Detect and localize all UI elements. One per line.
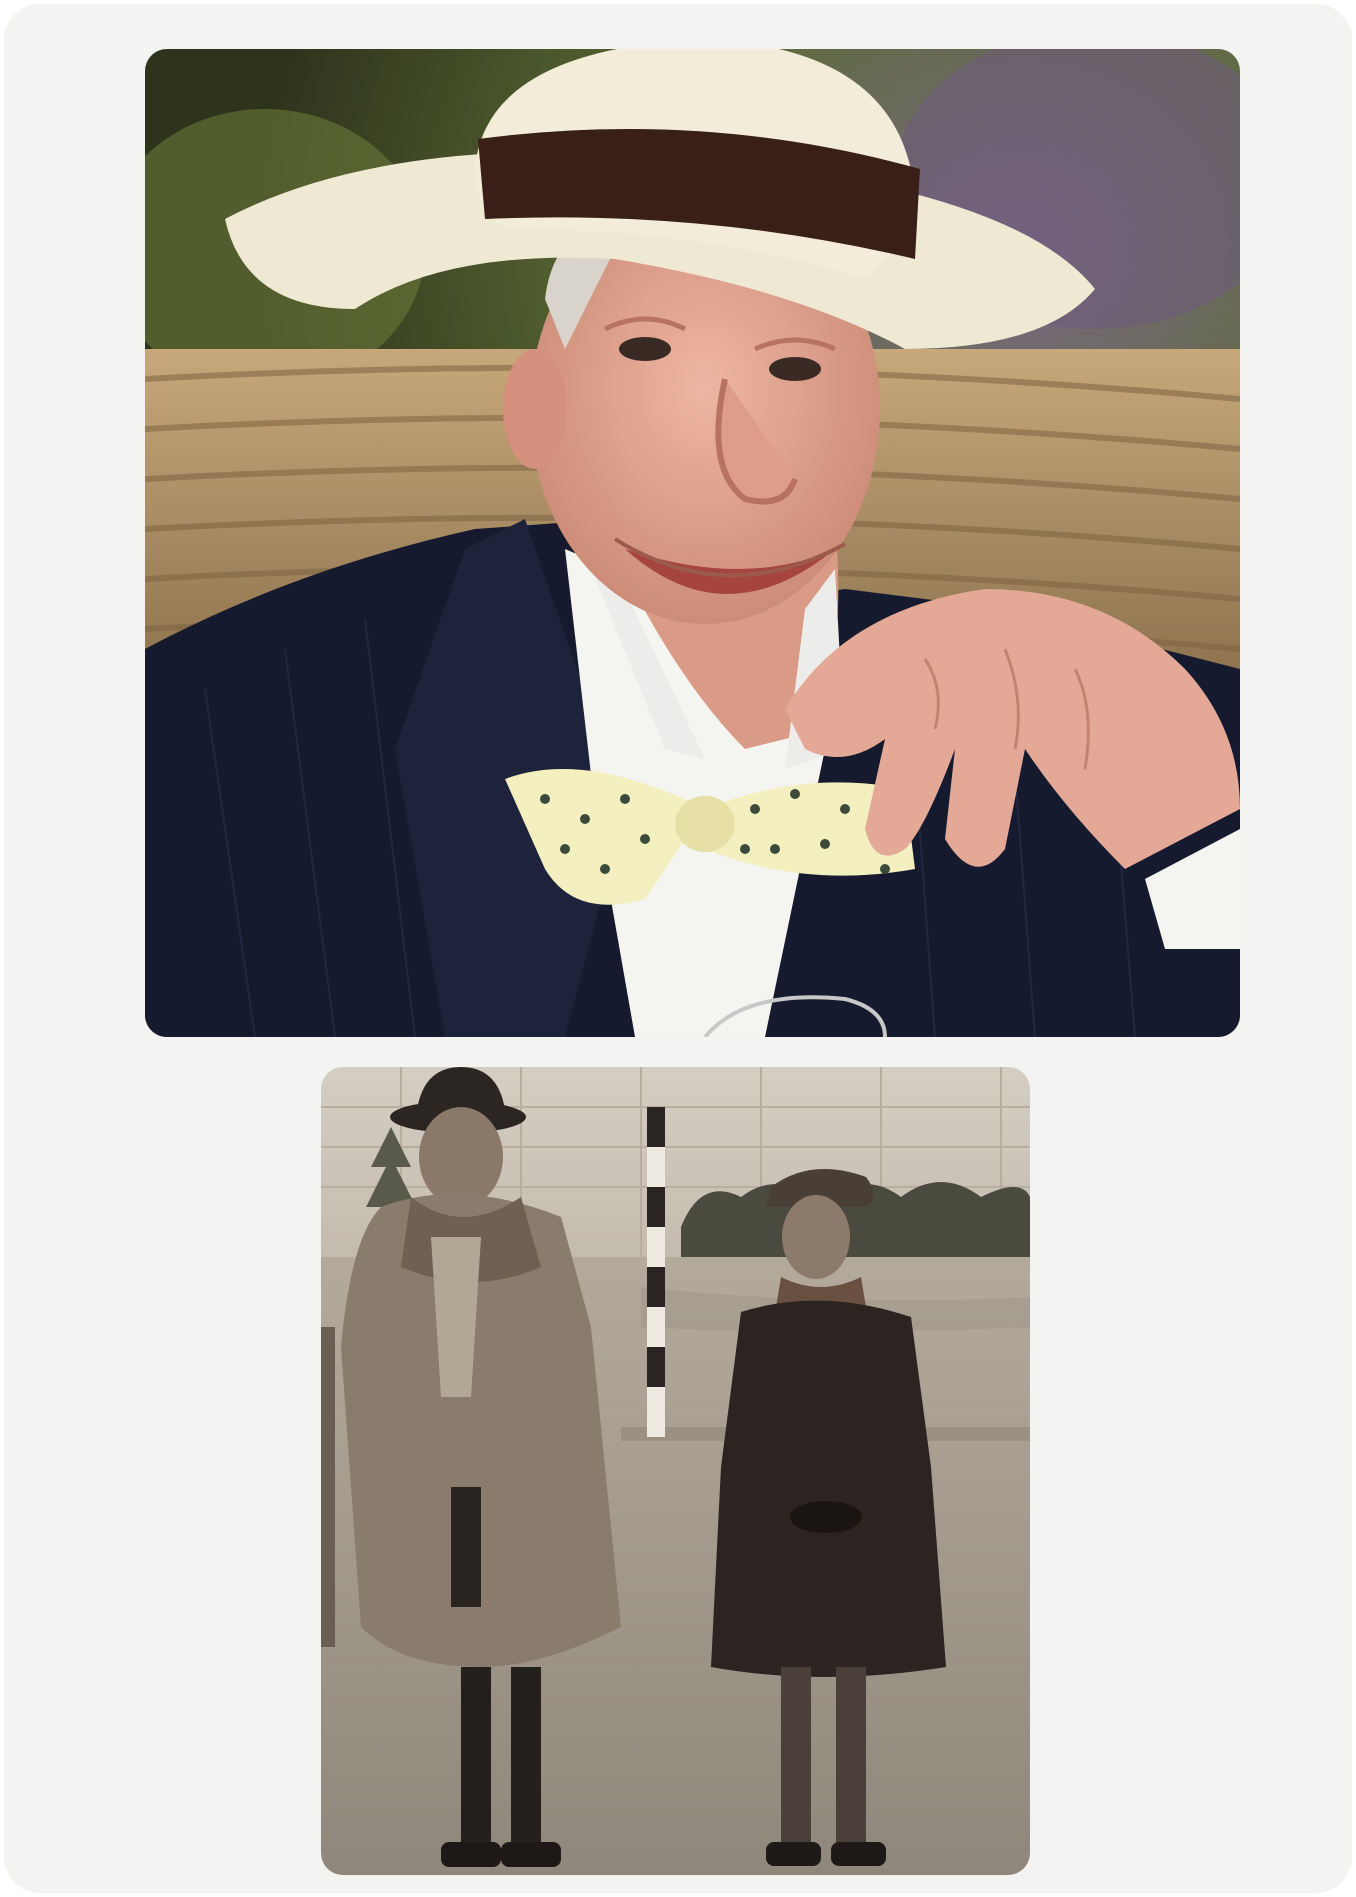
sepia-street-photo	[321, 1067, 1030, 1875]
photo-card	[4, 4, 1352, 1893]
color-portrait-photo	[145, 49, 1240, 1037]
portrait-image	[145, 49, 1240, 1037]
street-image	[321, 1067, 1030, 1875]
